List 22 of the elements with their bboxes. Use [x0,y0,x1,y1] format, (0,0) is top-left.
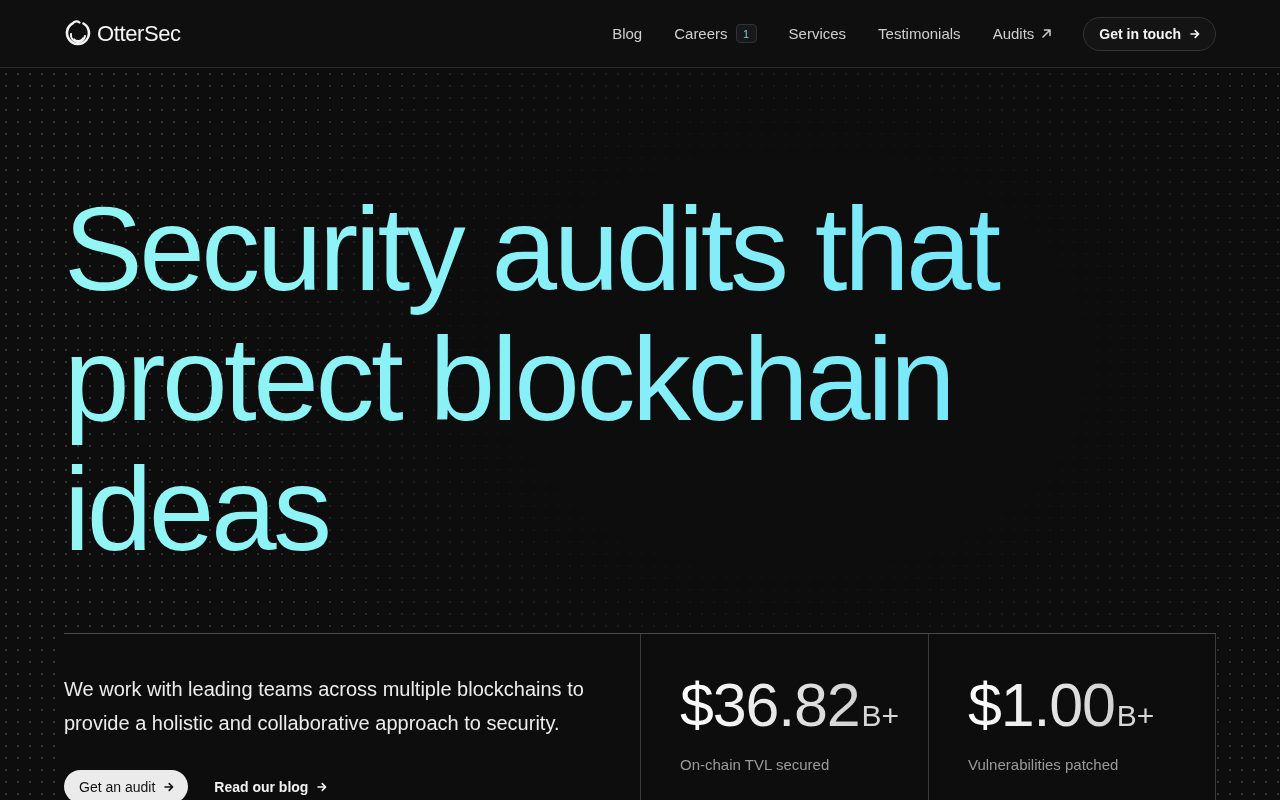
stat-suffix: B+ [1116,699,1155,733]
text-link-button[interactable]: Read our blog [214,770,328,800]
nav-link[interactable]: Blog [612,25,643,42]
intro-text: We work with leading teams across multiple blockchains to provide a holistic and collaborative approach to security. [64,677,585,736]
nav-link[interactable]: Audits [992,25,1052,42]
stat-suffix: B+ [861,699,899,733]
arrow-right-icon [164,781,175,792]
nav-link[interactable]: Careers 1 [674,24,757,43]
nav-link-label: Audits [992,25,1035,42]
stat-label: On-chain TVL secured [680,756,831,773]
logo-icon [64,20,91,47]
nav-link[interactable]: Testimonials [878,25,961,42]
get-in-touch-button[interactable]: Get in touch [1083,16,1216,51]
stat-label: Vulnerabilities patched [968,756,1120,773]
primary-button[interactable]: Get an audit [64,770,189,800]
arrow-right-icon [317,781,328,792]
nav-link-label: Careers [674,25,728,42]
brand-name: OtterSec [97,20,181,47]
arrow-right-icon [1190,28,1200,39]
arrow-up-right-icon [1042,29,1052,38]
nav-link[interactable]: Services [788,25,847,42]
count-badge: 1 [735,24,757,43]
